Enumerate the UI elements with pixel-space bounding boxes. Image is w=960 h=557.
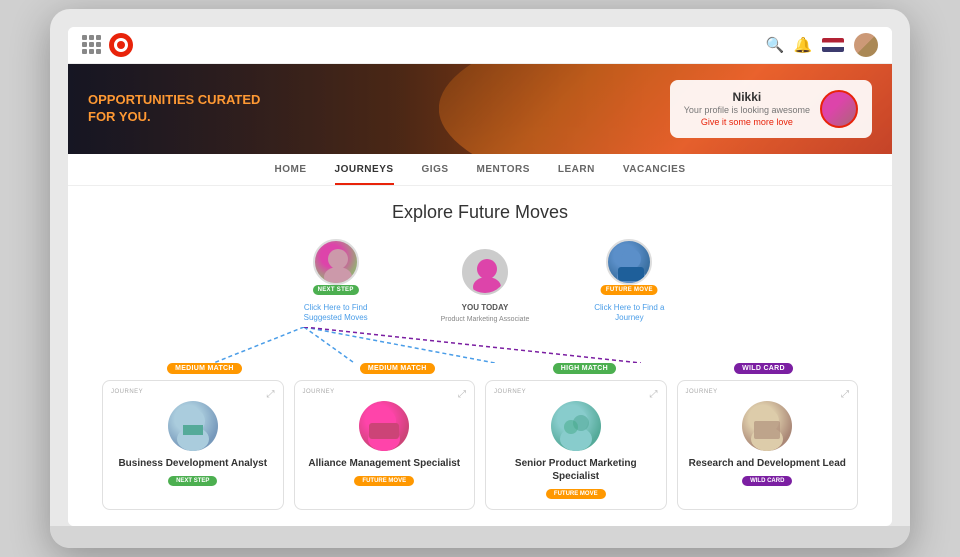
card1-top-label: JOURNEY — [111, 389, 143, 395]
top-bar-left — [82, 33, 133, 57]
match-badges-row: MEDIUM MATCH MEDIUM MATCH HIGH MATCH WIL… — [98, 363, 862, 374]
card2-top-label: JOURNEY — [303, 389, 335, 395]
hero-avatar — [820, 90, 858, 128]
top-bar: 🔍 🔔 — [68, 27, 892, 64]
flow-avatar-center — [462, 249, 508, 295]
flow-node-left: NEXT STEP Click Here to Find Suggested M… — [291, 239, 381, 324]
flow-link-right[interactable]: Click Here to Find a Journey — [589, 303, 669, 324]
page-title: Explore Future Moves — [98, 202, 862, 223]
hero-profile-name: Nikki — [684, 90, 810, 104]
main-content: Explore Future Moves NEXT STEP Cl — [68, 186, 892, 527]
card2-title: Alliance Management Specialist — [308, 457, 460, 470]
next-step-badge: NEXT STEP — [313, 285, 359, 295]
hero-profile-link[interactable]: Give it some more love — [684, 117, 810, 127]
journey-card-2[interactable]: JOURNEY ⤢ Alliance Management Specialist… — [294, 380, 476, 510]
hero-title-line1: OPPORTUNITIES CURATED — [88, 92, 260, 107]
hero-banner: OPPORTUNITIES CURATED FOR YOU. Nikki You… — [68, 64, 892, 154]
card3-badge: FUTURE MOVE — [546, 489, 606, 499]
hero-profile-subtitle: Your profile is looking awesome — [684, 104, 810, 117]
card3-share-icon[interactable]: ⤢ — [650, 389, 658, 400]
match-badge-4: WILD CARD — [734, 363, 793, 374]
card2-share-icon[interactable]: ⤢ — [458, 389, 466, 400]
card4-badge: WILD CARD — [742, 476, 792, 486]
card2-avatar — [359, 401, 409, 451]
top-bar-right: 🔍 🔔 — [766, 33, 878, 57]
card3-top-label: JOURNEY — [494, 389, 526, 395]
future-move-badge: FUTURE MOVE — [601, 285, 658, 295]
card4-title: Research and Development Lead — [689, 457, 846, 470]
match-badge-3: HIGH MATCH — [553, 363, 616, 374]
nav-mentors[interactable]: MENTORS — [477, 164, 530, 185]
nav-home[interactable]: HOME — [275, 164, 307, 185]
journey-card-1[interactable]: JOURNEY ⤢ Business Development Analyst N… — [102, 380, 284, 510]
hero-title-line2: FOR YOU. — [88, 109, 151, 124]
flow-link-left[interactable]: Click Here to Find Suggested Moves — [291, 303, 381, 324]
navigation: HOME JOURNEYS GIGS MENTORS LEARN VACANCI… — [68, 154, 892, 186]
hero-text: OPPORTUNITIES CURATED FOR YOU. — [68, 92, 280, 126]
card2-badge: FUTURE MOVE — [354, 476, 414, 486]
nav-gigs[interactable]: GIGS — [422, 164, 449, 185]
flow-node-center: YOU TODAY Product Marketing Associate — [441, 249, 530, 323]
card1-title: Business Development Analyst — [118, 457, 267, 470]
nav-journeys[interactable]: JOURNEYS — [335, 164, 394, 185]
journey-card-4[interactable]: JOURNEY ⤢ Research and Development Lead … — [677, 380, 859, 510]
flow-avatar-left — [313, 239, 359, 285]
company-logo[interactable] — [109, 33, 133, 57]
match-badge-2: MEDIUM MATCH — [360, 363, 435, 374]
card1-avatar — [168, 401, 218, 451]
card4-avatar — [742, 401, 792, 451]
card3-title: Senior Product Marketing Specialist — [494, 457, 658, 483]
card3-avatar — [551, 401, 601, 451]
flow-node-right: FUTURE MOVE Click Here to Find a Journey — [589, 239, 669, 324]
you-today-label: YOU TODAY — [462, 303, 509, 312]
laptop-base — [50, 526, 910, 548]
search-icon[interactable]: 🔍 — [766, 36, 784, 54]
screen: 🔍 🔔 OPPORTUNITIES CURATED FOR YOU. Nikki — [68, 27, 892, 527]
you-today-sub: Product Marketing Associate — [441, 316, 530, 323]
user-avatar[interactable] — [854, 33, 878, 57]
nav-vacancies[interactable]: VACANCIES — [623, 164, 686, 185]
match-badge-1: MEDIUM MATCH — [167, 363, 242, 374]
card4-top-label: JOURNEY — [686, 389, 718, 395]
card1-share-icon[interactable]: ⤢ — [267, 389, 275, 400]
journey-cards: JOURNEY ⤢ Business Development Analyst N… — [98, 380, 862, 510]
flow-avatar-right — [606, 239, 652, 285]
card4-share-icon[interactable]: ⤢ — [841, 389, 849, 400]
language-flag[interactable] — [822, 38, 844, 52]
journey-card-3[interactable]: JOURNEY ⤢ Senior Product Marketing Speci… — [485, 380, 667, 510]
laptop-frame: 🔍 🔔 OPPORTUNITIES CURATED FOR YOU. Nikki — [50, 9, 910, 549]
notification-icon[interactable]: 🔔 — [794, 36, 812, 54]
grid-icon[interactable] — [82, 35, 101, 54]
nav-learn[interactable]: LEARN — [558, 164, 595, 185]
hero-profile-card: Nikki Your profile is looking awesome Gi… — [670, 80, 872, 138]
card1-badge: NEXT STEP — [168, 476, 217, 486]
